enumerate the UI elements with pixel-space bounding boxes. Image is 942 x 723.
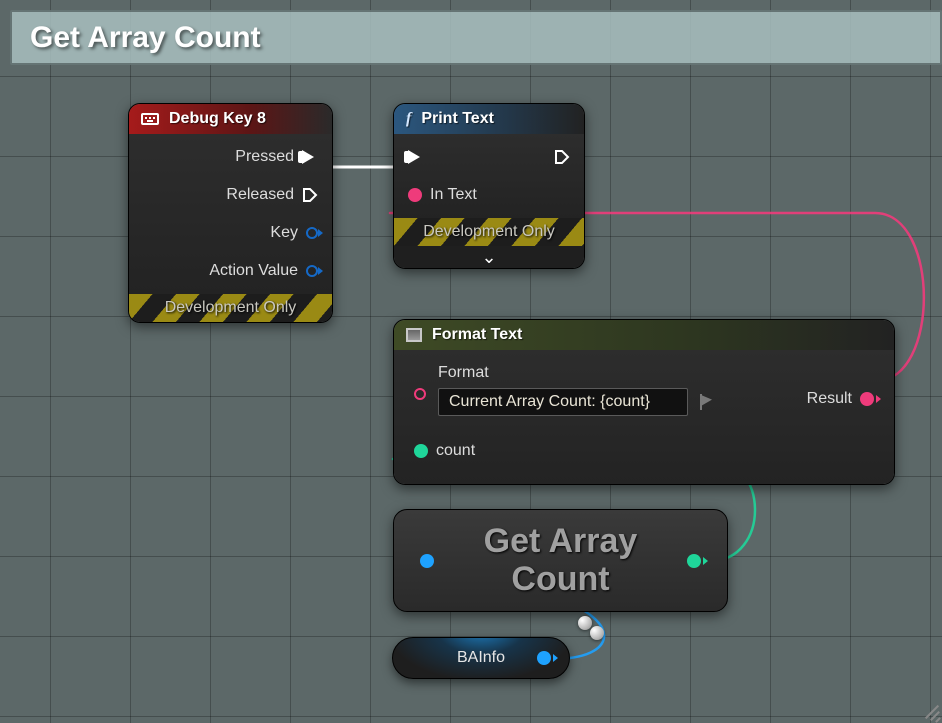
exec-pin-icon xyxy=(302,186,318,204)
flag-icon[interactable] xyxy=(698,394,716,410)
data-pin-icon xyxy=(414,444,428,458)
pin-exec-in[interactable] xyxy=(408,144,477,170)
pin-return[interactable] xyxy=(687,554,701,568)
data-pin-icon xyxy=(306,227,318,239)
expand-toggle[interactable]: ⌄ xyxy=(394,246,584,268)
variable-name: BAInfo xyxy=(457,649,505,667)
dev-only-badge: Development Only xyxy=(394,218,584,246)
comment-title: Get Array Count xyxy=(30,21,261,55)
pin-result[interactable]: Result xyxy=(807,386,874,412)
node-header[interactable]: Format Text xyxy=(394,320,894,350)
data-pin-icon xyxy=(306,265,318,277)
resize-handle[interactable] xyxy=(918,699,938,719)
pin-format-data[interactable] xyxy=(414,388,426,400)
dev-only-badge: Development Only xyxy=(129,294,332,322)
pin-exec-out[interactable] xyxy=(554,144,570,170)
pin-label: Key xyxy=(270,224,298,242)
pin-action-value[interactable]: Action Value xyxy=(209,258,318,284)
node-icon xyxy=(406,328,422,342)
pin-label: In Text xyxy=(430,186,477,204)
pin-label: Format xyxy=(438,364,716,382)
pin-value[interactable] xyxy=(537,651,551,665)
pin-label: Released xyxy=(226,186,294,204)
pin-label: Action Value xyxy=(209,262,298,280)
node-title: Print Text xyxy=(421,110,494,128)
pin-pressed[interactable]: Pressed xyxy=(235,144,318,170)
pin-in-text[interactable]: In Text xyxy=(408,182,477,208)
handle-dot xyxy=(590,626,604,640)
handle-dot xyxy=(578,616,592,630)
keyboard-icon xyxy=(141,113,159,125)
node-bainfo-variable[interactable]: BAInfo xyxy=(392,637,570,679)
blueprint-canvas[interactable]: Get Array Count Debug Key 8 Pressed Rele xyxy=(0,0,942,723)
data-pin-icon xyxy=(408,188,422,202)
node-title: Get Array Count xyxy=(434,523,687,598)
pin-label: Pressed xyxy=(235,148,294,166)
format-input[interactable] xyxy=(438,388,688,416)
pin-target[interactable] xyxy=(420,554,434,568)
comment-header[interactable]: Get Array Count xyxy=(10,10,942,65)
pin-count[interactable]: count xyxy=(414,438,716,464)
exec-pin-icon xyxy=(302,148,318,166)
node-header[interactable]: Debug Key 8 xyxy=(129,104,332,134)
pin-released[interactable]: Released xyxy=(226,182,318,208)
exec-pin-icon xyxy=(408,148,424,166)
function-icon: f xyxy=(406,110,411,128)
pin-label: count xyxy=(436,442,475,460)
data-pin-icon xyxy=(860,392,874,406)
node-title: Debug Key 8 xyxy=(169,110,266,128)
node-header[interactable]: f Print Text xyxy=(394,104,584,134)
exec-pin-icon xyxy=(554,148,570,166)
pin-label: Result xyxy=(807,390,852,408)
node-debug-key[interactable]: Debug Key 8 Pressed Released Key Action xyxy=(128,103,333,323)
node-print-text[interactable]: f Print Text In Text Development Only xyxy=(393,103,585,269)
pin-key[interactable]: Key xyxy=(270,220,318,246)
node-get-array-count[interactable]: Get Array Count xyxy=(393,509,728,612)
node-title: Format Text xyxy=(432,326,522,344)
node-format-text[interactable]: Format Text Format count xyxy=(393,319,895,485)
chevron-down-icon: ⌄ xyxy=(481,247,496,268)
